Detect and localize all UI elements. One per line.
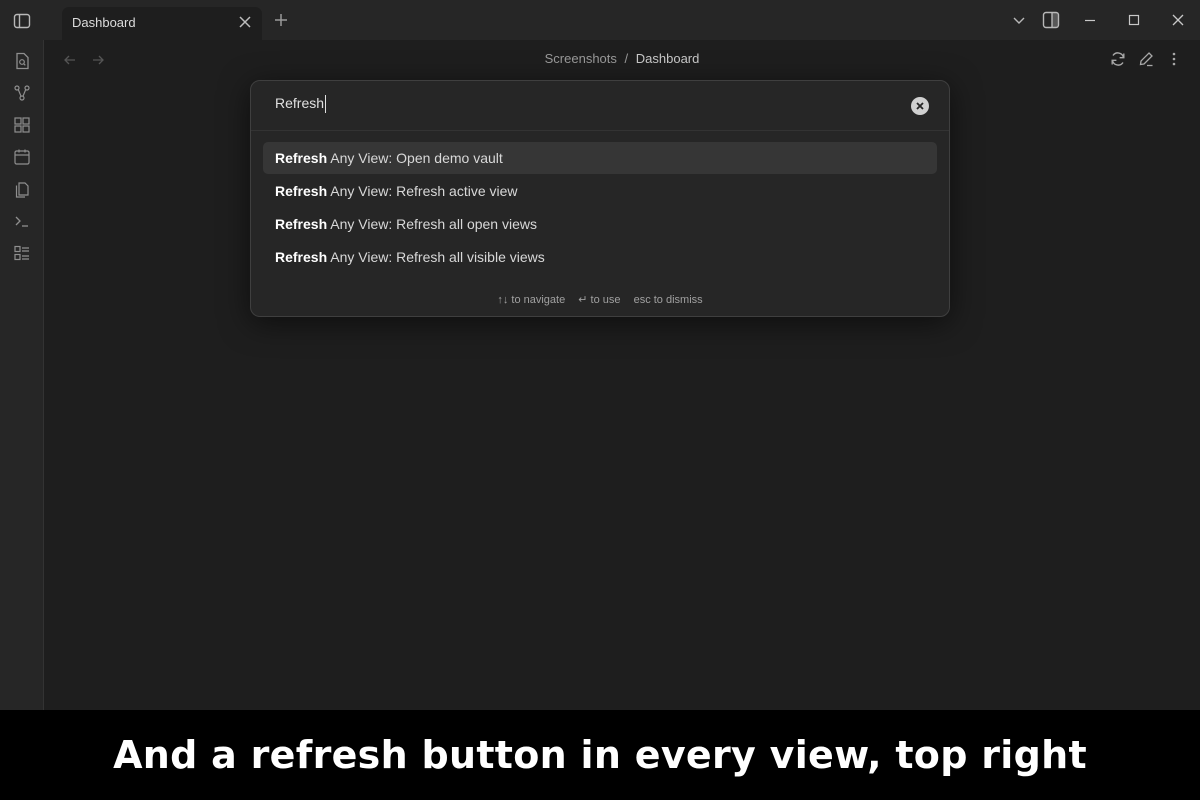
search-input[interactable]: Refresh xyxy=(275,95,835,117)
canvas-icon[interactable] xyxy=(12,115,32,135)
breadcrumb-current[interactable]: Dashboard xyxy=(636,51,700,66)
title-bar: Dashboard xyxy=(0,0,1200,40)
left-ribbon xyxy=(0,40,44,710)
result-rest: Any View: Open demo vault xyxy=(327,150,503,166)
text-caret xyxy=(325,95,327,114)
terminal-icon[interactable] xyxy=(12,211,32,231)
chevron-down-icon[interactable] xyxy=(1010,11,1028,29)
tab-dashboard[interactable]: Dashboard xyxy=(62,7,262,40)
result-match: Refresh xyxy=(275,216,328,232)
hint-navigate: ↑↓ to navigate xyxy=(497,294,566,306)
tab-title: Dashboard xyxy=(72,15,136,30)
command-palette: Refresh Refresh Any View: Open demo vaul… xyxy=(250,80,950,317)
result-item[interactable]: Refresh Any View: Refresh active view xyxy=(263,175,937,207)
close-tab-icon[interactable] xyxy=(236,13,254,31)
maximize-icon[interactable] xyxy=(1125,11,1143,29)
calendar-icon[interactable] xyxy=(12,147,32,167)
search-query: Refresh xyxy=(275,95,325,111)
result-rest: Any View: Refresh active view xyxy=(327,183,518,199)
breadcrumb-parent[interactable]: Screenshots xyxy=(545,51,617,66)
close-icon[interactable] xyxy=(1169,11,1187,29)
graph-icon[interactable] xyxy=(12,83,32,103)
app-window: Dashboard Screenshots / Dashboard Refres… xyxy=(0,0,1200,710)
new-tab-icon[interactable] xyxy=(272,11,290,29)
hint-dismiss: esc to dismiss xyxy=(633,294,703,306)
breadcrumb-separator: / xyxy=(624,51,629,66)
sidebar-toggle-icon[interactable] xyxy=(11,10,33,32)
refresh-icon[interactable] xyxy=(1109,50,1127,68)
caption-bar: And a refresh button in every view, top … xyxy=(0,710,1200,800)
hint-use: ↵ to use xyxy=(578,294,621,306)
right-sidebar-icon[interactable] xyxy=(1042,11,1060,29)
result-match: Refresh xyxy=(275,183,328,199)
result-rest: Any View: Refresh all visible views xyxy=(327,249,545,265)
result-match: Refresh xyxy=(275,249,328,265)
instructions-bar: ↑↓ to navigate ↵ to use esc to dismiss xyxy=(251,293,949,306)
caption-text: And a refresh button in every view, top … xyxy=(113,733,1087,777)
result-item[interactable]: Refresh Any View: Refresh all open views xyxy=(263,208,937,240)
copy-icon[interactable] xyxy=(12,179,32,199)
result-item[interactable]: Refresh Any View: Refresh all visible vi… xyxy=(263,241,937,273)
result-item[interactable]: Refresh Any View: Open demo vault xyxy=(263,142,937,174)
minimize-icon[interactable] xyxy=(1081,11,1099,29)
results-list: Refresh Any View: Open demo vault Refres… xyxy=(263,142,937,274)
breadcrumb: Screenshots / Dashboard xyxy=(44,51,1200,66)
search-row: Refresh xyxy=(251,81,949,131)
clear-search-icon[interactable] xyxy=(911,97,929,115)
file-search-icon[interactable] xyxy=(12,51,32,71)
more-icon[interactable] xyxy=(1165,50,1183,68)
result-rest: Any View: Refresh all open views xyxy=(327,216,537,232)
edit-icon[interactable] xyxy=(1137,50,1155,68)
list-icon[interactable] xyxy=(12,243,32,263)
result-match: Refresh xyxy=(275,150,328,166)
